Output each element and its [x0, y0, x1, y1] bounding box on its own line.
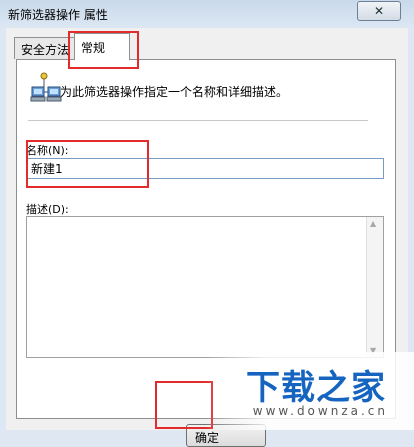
network-computers-icon [30, 72, 62, 102]
watermark-logo: 下载之家 [246, 368, 386, 408]
tab-security-methods-label: 安全方法 [21, 43, 70, 57]
divider [28, 120, 368, 121]
close-button[interactable]: ✕ [357, 1, 401, 21]
filter-action-properties-dialog: 新筛选器操作 属性 ✕ 安全方法 常规 为此筛选器操作指定一个名称和详细描述。 … [0, 0, 414, 447]
intro-description: 为此筛选器操作指定一个名称和详细描述。 [60, 85, 289, 99]
title-bar: 新筛选器操作 属性 ✕ [0, 0, 414, 28]
highlight-box-general-tab [68, 31, 139, 69]
watermark-url: www.downza.cn [252, 404, 388, 418]
ok-button-label: 确定 [195, 431, 220, 445]
window-title: 新筛选器操作 属性 [8, 8, 108, 22]
highlight-box-name-field [26, 140, 149, 188]
description-label: 描述(D): [26, 203, 69, 216]
description-scrollbar[interactable]: ▲ ▼ [366, 217, 383, 357]
close-icon: ✕ [373, 4, 385, 18]
description-textarea[interactable]: ▲ ▼ [26, 216, 384, 358]
watermark: 下载之家 www.downza.cn [205, 352, 414, 430]
scroll-up-arrow-icon[interactable]: ▲ [370, 219, 376, 228]
